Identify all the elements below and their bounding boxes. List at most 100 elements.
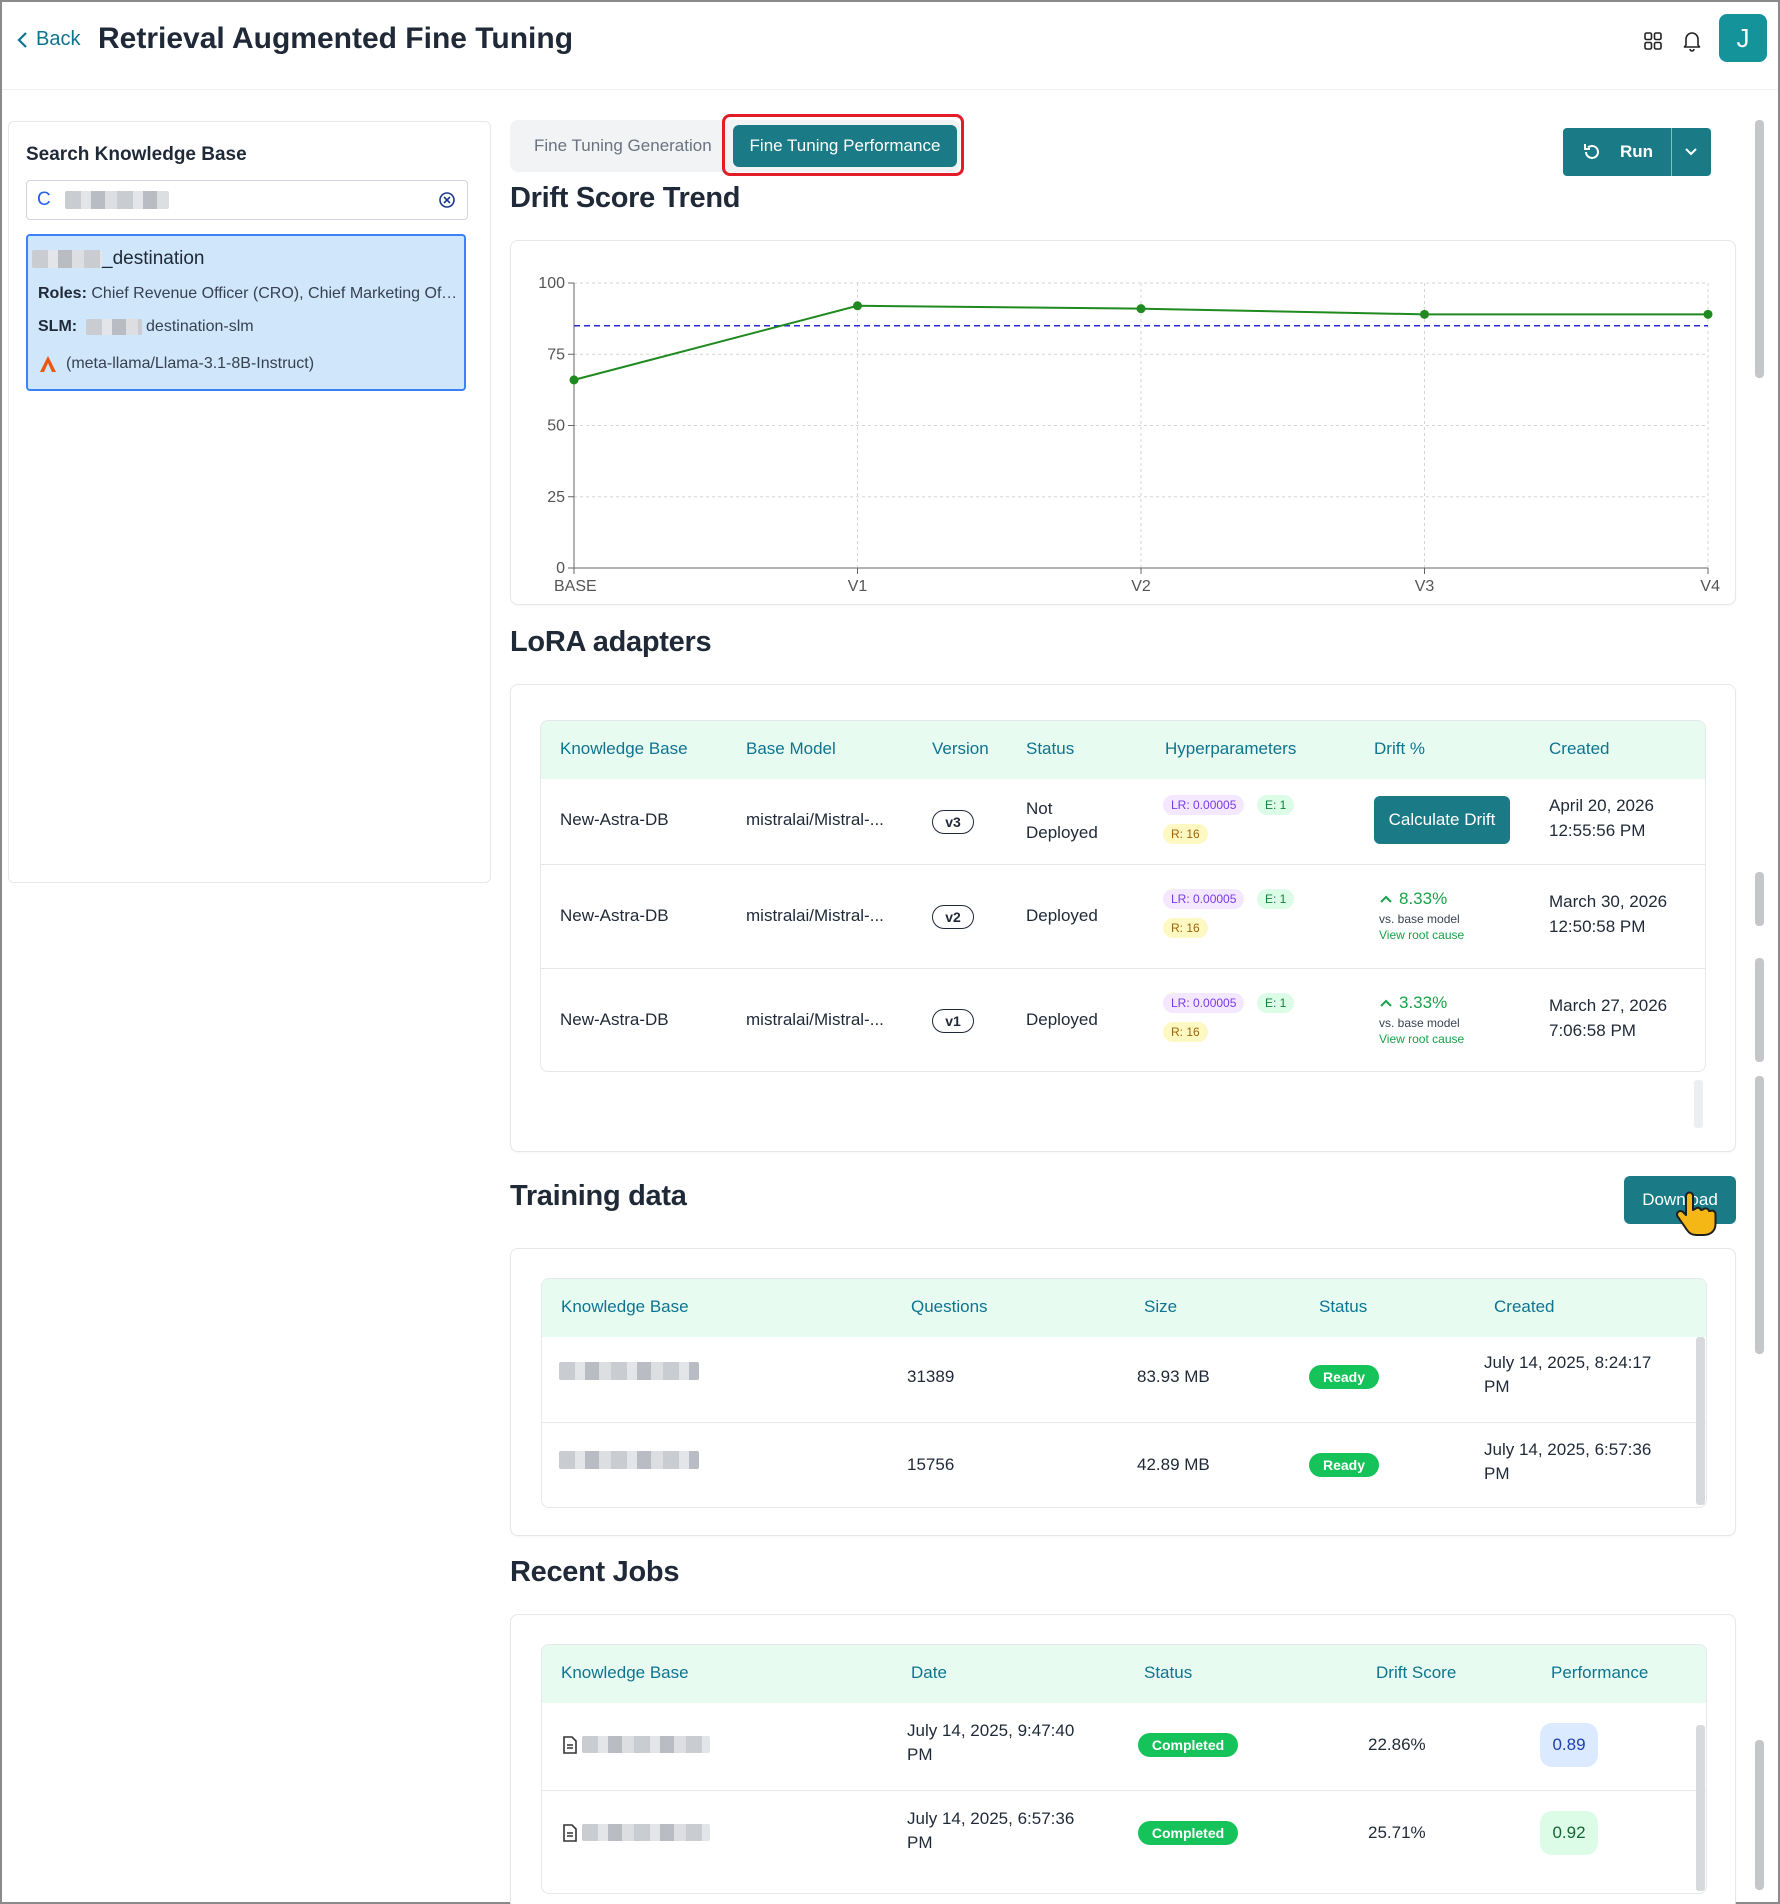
tab-fine-tuning-performance[interactable]: Fine Tuning Performance: [733, 125, 957, 167]
x-tick-label: V2: [1131, 578, 1151, 595]
epochs-chip: E: 1: [1257, 795, 1295, 815]
data-point: [1420, 309, 1429, 319]
lr-chip: LR: 0.00005: [1163, 993, 1245, 1013]
model-name: (meta-llama/Llama-3.1-8B-Instruct): [66, 355, 315, 372]
drift-section-title: Drift Score Trend: [510, 182, 741, 214]
clear-icon[interactable]: [437, 190, 457, 215]
y-tick-label: 50: [547, 418, 565, 435]
tab-fine-tuning-generation[interactable]: Fine Tuning Generation: [534, 136, 712, 156]
x-tick-label: V4: [1700, 578, 1720, 595]
y-tick-label: 75: [547, 346, 565, 363]
drift-percent: 8.33%: [1399, 889, 1448, 908]
page-title: Retrieval Augmented Fine Tuning: [98, 22, 574, 55]
created-cell-time: PM: [1484, 1464, 1510, 1483]
created-time: 12:55:56 PM: [1549, 821, 1646, 840]
col-knowledge-base: Knowledge Base: [561, 1663, 689, 1682]
lr-chip: LR: 0.00005: [1163, 889, 1245, 909]
knowledge-base-card[interactable]: _destination Roles: Chief Revenue Office…: [26, 234, 466, 391]
chevron-down-icon[interactable]: [1683, 146, 1699, 158]
epochs-chip: E: 1: [1257, 993, 1295, 1013]
date-cell: July 14, 2025, 9:47:40: [907, 1721, 1075, 1740]
lora-section-title: LoRA adapters: [510, 626, 712, 658]
roles-value: Chief Revenue Officer (CRO), Chief Marke…: [91, 285, 458, 302]
questions-cell: 31389: [907, 1367, 955, 1386]
drift-score-cell: 22.86%: [1368, 1735, 1426, 1754]
table-row: July 14, 2025, 9:47:40 PM Completed 22.8…: [542, 1703, 1706, 1791]
epochs-chip: E: 1: [1257, 889, 1295, 909]
created-date: April 20, 2026: [1549, 796, 1654, 815]
table-header: Knowledge Base Questions Size Status Cre…: [542, 1279, 1706, 1337]
knowledge-base-panel: Search Knowledge Base C _destination Rol…: [8, 121, 491, 883]
rank-chip: R: 16: [1163, 918, 1208, 938]
rank-chip: R: 16: [1163, 1022, 1208, 1042]
page-scrollbar[interactable]: [1755, 1076, 1764, 1354]
page-scrollbar[interactable]: [1755, 958, 1764, 1062]
performance-badge: 0.92: [1540, 1811, 1598, 1855]
col-drift: Drift %: [1374, 739, 1425, 758]
col-knowledge-base: Knowledge Base: [560, 739, 688, 758]
search-input[interactable]: C: [26, 180, 468, 220]
date-cell: July 14, 2025, 6:57:36: [907, 1809, 1075, 1828]
table-row: 15756 42.89 MB Ready July 14, 2025, 6:57…: [542, 1423, 1706, 1507]
col-version: Version: [932, 739, 989, 758]
table-row: July 14, 2025, 6:57:36 PM Completed 25.7…: [542, 1791, 1706, 1879]
x-tick-label: V1: [848, 578, 868, 595]
y-tick-label: 0: [556, 560, 565, 577]
run-button[interactable]: Run: [1563, 128, 1711, 176]
kb-model: (meta-llama/Llama-3.1-8B-Instruct): [38, 354, 458, 374]
kb-cell: New-Astra-DB: [560, 906, 669, 925]
training-section-title: Training data: [510, 1180, 687, 1212]
version-pill: v1: [932, 1009, 974, 1033]
rank-chip: R: 16: [1163, 824, 1208, 844]
panel-title: Search Knowledge Base: [26, 144, 247, 165]
data-point: [1703, 309, 1713, 319]
user-avatar[interactable]: J: [1719, 14, 1767, 62]
model-cell: mistralai/Mistral-...: [746, 906, 884, 925]
scrollbar[interactable]: [1694, 1080, 1703, 1128]
back-button[interactable]: Back: [16, 28, 80, 51]
bell-icon[interactable]: [1679, 28, 1705, 54]
created-date: March 30, 2026: [1549, 892, 1668, 911]
kb-cell: New-Astra-DB: [560, 810, 669, 829]
calculate-drift-button[interactable]: Calculate Drift: [1374, 796, 1510, 844]
table-header: Knowledge Base Date Status Drift Score P…: [542, 1645, 1706, 1703]
run-label: Run: [1620, 142, 1654, 161]
date-cell-time: PM: [907, 1833, 933, 1852]
model-cell: mistralai/Mistral-...: [746, 1010, 884, 1029]
redacted-text: [559, 1362, 699, 1380]
questions-cell: 15756: [907, 1455, 955, 1474]
table-row: New-Astra-DB mistralai/Mistral-... v1 De…: [541, 969, 1705, 1071]
col-status: Status: [1026, 739, 1075, 758]
view-root-cause-link[interactable]: View root cause: [1379, 1032, 1464, 1046]
scrollbar[interactable]: [1696, 1725, 1705, 1891]
created-date: March 27, 2026: [1549, 996, 1668, 1015]
scrollbar[interactable]: [1696, 1337, 1705, 1505]
kb-name: _destination: [32, 248, 204, 270]
y-tick-label: 25: [547, 489, 565, 506]
drift-score-cell: 25.71%: [1368, 1823, 1426, 1842]
status-badge: Ready: [1309, 1365, 1379, 1389]
lr-chip: LR: 0.00005: [1163, 795, 1245, 815]
drift-subtext: vs. base model: [1379, 912, 1460, 926]
redacted-text: [582, 1824, 710, 1841]
y-tick-label: 100: [538, 275, 565, 292]
status-cell: Deployed: [1026, 906, 1098, 925]
page-scrollbar[interactable]: [1755, 120, 1764, 378]
refresh-icon: [1584, 144, 1599, 159]
model-cell: mistralai/Mistral-...: [746, 810, 884, 829]
table-row: New-Astra-DB mistralai/Mistral-... v3 No…: [541, 779, 1705, 865]
jobs-table: Knowledge Base Date Status Drift Score P…: [541, 1644, 1707, 1894]
grid-icon[interactable]: [1640, 28, 1666, 54]
created-cell: July 14, 2025, 8:24:17: [1484, 1353, 1652, 1372]
model-logo-icon: [40, 356, 56, 372]
view-root-cause-link[interactable]: View root cause: [1379, 928, 1464, 942]
status-cell: Not Deployed: [1026, 799, 1098, 842]
col-size: Size: [1144, 1297, 1178, 1316]
col-knowledge-base: Knowledge Base: [561, 1297, 689, 1316]
page-scrollbar[interactable]: [1755, 1740, 1764, 1890]
page-scrollbar[interactable]: [1755, 872, 1764, 926]
redacted-text: [582, 1736, 710, 1753]
status-badge: Ready: [1309, 1453, 1379, 1477]
created-time: 7:06:58 PM: [1549, 1021, 1636, 1040]
roles-label: Roles:: [38, 285, 87, 302]
